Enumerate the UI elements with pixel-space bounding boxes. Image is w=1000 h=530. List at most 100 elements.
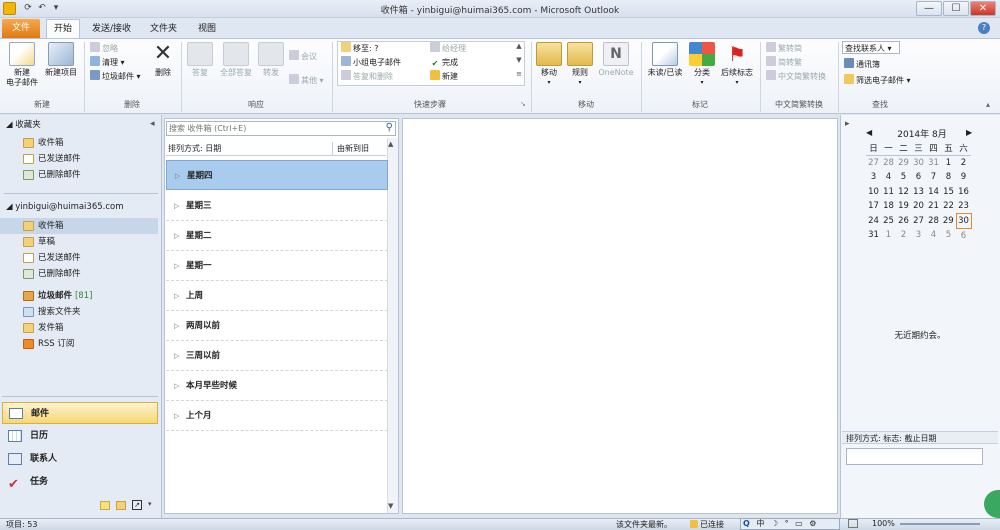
zoom-level[interactable]: 100% xyxy=(872,519,895,528)
minimize-button[interactable]: — xyxy=(916,1,942,16)
nav-contacts-button[interactable]: 联系人 xyxy=(2,448,158,470)
configure-buttons-icon[interactable]: ▾ xyxy=(148,500,152,508)
calendar-day[interactable]: 15 xyxy=(941,185,956,200)
ime-logo-icon[interactable]: Q xyxy=(743,519,752,528)
quickstep-create-new[interactable]: 新建 xyxy=(430,70,458,83)
calendar-day[interactable]: 4 xyxy=(881,170,896,185)
calendar-day[interactable]: 2 xyxy=(896,228,911,243)
more-respond-button[interactable]: 其他 ▾ xyxy=(289,74,324,87)
calendar-day[interactable]: 27 xyxy=(911,214,926,229)
trad-to-simp-button[interactable]: 繁转简 xyxy=(766,42,802,55)
nav-mail-button[interactable]: 邮件 xyxy=(2,402,158,424)
favorite-deleted[interactable]: 已删除邮件 xyxy=(0,167,162,183)
group-last-week[interactable]: ▷ 上周 xyxy=(166,281,388,311)
task-sort-header[interactable]: 排列方式: 标志: 截止日期 xyxy=(842,431,998,444)
folder-list-icon[interactable] xyxy=(116,501,126,510)
calendar-day[interactable]: 4 xyxy=(926,228,941,243)
calendar-day[interactable]: 28 xyxy=(926,214,941,229)
calendar-day[interactable]: 5 xyxy=(941,228,956,243)
rules-button[interactable]: 规则 ▾ xyxy=(566,42,594,88)
group-wednesday[interactable]: ▷ 星期三 xyxy=(166,191,388,221)
address-book-button[interactable]: 通讯簿 xyxy=(844,58,880,71)
calendar-day[interactable]: 7 xyxy=(926,170,941,185)
group-two-weeks-ago[interactable]: ▷ 两周以前 xyxy=(166,311,388,341)
new-task-input[interactable] xyxy=(846,448,983,465)
calendar-day[interactable]: 1 xyxy=(881,228,896,243)
search-box[interactable]: ⚲ xyxy=(166,121,396,136)
calendar-day[interactable]: 3 xyxy=(911,228,926,243)
ime-keyboard-icon[interactable]: ▭ xyxy=(795,519,805,528)
help-icon[interactable]: ? xyxy=(978,22,990,34)
next-month-icon[interactable]: ▶ xyxy=(966,128,972,137)
zoom-slider[interactable] xyxy=(900,523,980,525)
nav-splitter[interactable] xyxy=(2,396,158,399)
categorize-button[interactable]: 分类 ▾ xyxy=(688,42,716,88)
find-contact-box[interactable]: 查找联系人 ▾ xyxy=(842,41,900,54)
quickstep-move-to[interactable]: 移至: ? xyxy=(341,42,378,55)
notes-icon[interactable] xyxy=(100,501,110,510)
calendar-day[interactable]: 29 xyxy=(941,214,956,229)
date-navigator[interactable]: 日一二三四五六 27 28 29 30 31 1 2 3 4 5 6 7 8 9 10 11 12 13 14 15 16… xyxy=(866,141,972,243)
group-last-month[interactable]: ▷ 上个月 xyxy=(166,401,388,431)
ime-toolbar[interactable]: Q 中 ☽ ° ▭ ⚙ xyxy=(740,518,840,530)
calendar-day[interactable]: 5 xyxy=(896,170,911,185)
sort-header[interactable]: 排列方式: 日期 由新到旧 xyxy=(166,142,386,156)
simp-to-trad-button[interactable]: 简转繁 xyxy=(766,56,802,69)
folder-outbox[interactable]: 发件箱 xyxy=(0,320,162,336)
new-email-button[interactable]: 新建 电子邮件 xyxy=(3,42,41,88)
calendar-day[interactable]: 27 xyxy=(866,156,881,171)
ime-mode-icon[interactable]: 中 xyxy=(756,519,766,528)
tab-send-receive[interactable]: 发送/接收 xyxy=(84,20,139,38)
new-items-button[interactable]: 新建项目 xyxy=(42,42,80,78)
cleanup-button[interactable]: 清理 ▾ xyxy=(90,56,125,69)
sort-by-label[interactable]: 排列方式: 日期 xyxy=(166,144,221,153)
folder-rss[interactable]: RSS 订阅 xyxy=(0,336,162,352)
maximize-button[interactable]: ☐ xyxy=(943,1,969,16)
collapse-ribbon-icon[interactable]: ▴ xyxy=(986,100,990,109)
scroll-up-icon[interactable]: ▲ xyxy=(388,140,393,148)
ignore-button[interactable]: 忽略 xyxy=(90,42,118,55)
calendar-day[interactable]: 13 xyxy=(911,185,926,200)
reply-all-button[interactable]: 全部答复 xyxy=(217,42,255,78)
calendar-day-today[interactable]: 30 xyxy=(955,213,972,229)
search-input[interactable] xyxy=(167,122,379,135)
quickstep-team-email[interactable]: 小组电子邮件 xyxy=(341,56,401,69)
calendar-day[interactable]: 25 xyxy=(881,214,896,229)
meeting-button[interactable]: 会议 xyxy=(289,50,317,63)
onenote-button[interactable]: N OneNote xyxy=(596,42,636,78)
calendar-day[interactable]: 23 xyxy=(956,199,971,214)
favorite-sent[interactable]: 已发送邮件 xyxy=(0,151,162,167)
collapse-nav-icon[interactable]: ◂ xyxy=(150,119,155,129)
shortcuts-icon[interactable]: ↗ xyxy=(132,500,142,510)
calendar-day[interactable]: 10 xyxy=(866,185,881,200)
calendar-day[interactable]: 8 xyxy=(941,170,956,185)
gallery-expand-icon[interactable]: ≡ xyxy=(514,70,524,83)
calendar-day[interactable]: 31 xyxy=(926,156,941,171)
folder-search-folders[interactable]: 搜索文件夹 xyxy=(0,304,162,320)
search-icon[interactable]: ⚲ xyxy=(386,122,393,133)
quickstep-done[interactable]: ✔ 完成 xyxy=(430,56,458,69)
chinese-convert-button[interactable]: 中文简繁转换 xyxy=(766,70,826,83)
favorites-header[interactable]: ◢ 收藏夹 xyxy=(6,117,41,133)
collapse-todo-icon[interactable]: ▸ xyxy=(845,119,850,129)
group-tuesday[interactable]: ▷ 星期二 xyxy=(166,221,388,251)
forward-button[interactable]: 转发 xyxy=(257,42,285,78)
group-thursday[interactable]: ▷ 星期四 xyxy=(166,160,388,190)
calendar-day[interactable]: 14 xyxy=(926,185,941,200)
gallery-scroll-down-icon[interactable]: ▼ xyxy=(514,56,524,69)
calendar-day[interactable]: 29 xyxy=(896,156,911,171)
calendar-day[interactable]: 1 xyxy=(941,156,956,171)
sort-order-label[interactable]: 由新到旧 xyxy=(332,142,369,156)
calendar-day[interactable]: 20 xyxy=(911,199,926,214)
reply-button[interactable]: 答复 xyxy=(185,42,215,78)
calendar-day[interactable]: 2 xyxy=(956,156,971,171)
nav-calendar-button[interactable]: 日历 xyxy=(2,425,158,447)
calendar-day[interactable]: 31 xyxy=(866,228,881,243)
group-monday[interactable]: ▷ 星期一 xyxy=(166,251,388,281)
calendar-day[interactable]: 21 xyxy=(926,199,941,214)
tab-home[interactable]: 开始 xyxy=(46,19,80,39)
ime-punct-icon[interactable]: ° xyxy=(785,519,791,528)
tab-folder[interactable]: 文件夹 xyxy=(142,20,185,38)
calendar-day[interactable]: 6 xyxy=(911,170,926,185)
connection-status[interactable]: 已连接 xyxy=(690,519,724,530)
